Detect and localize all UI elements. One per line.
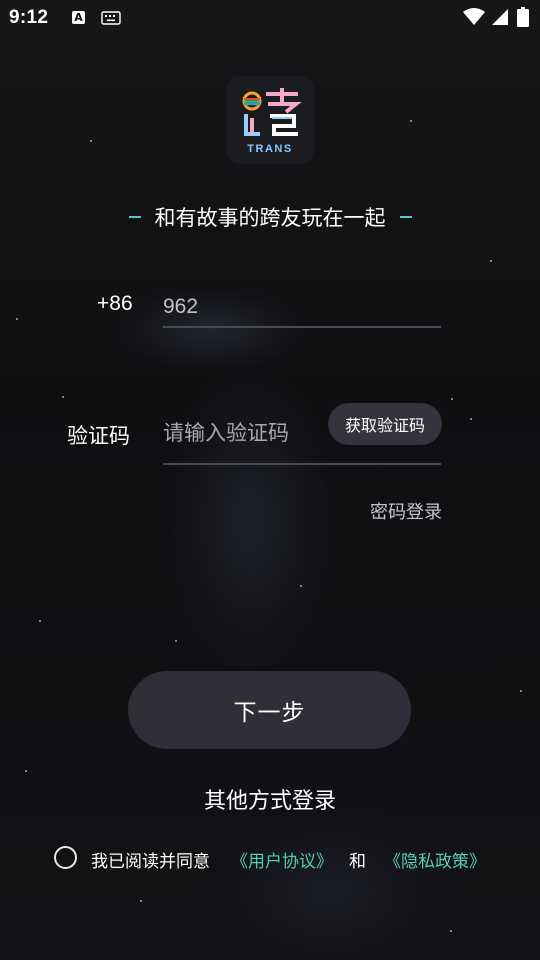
agreement-prefix-text: 我已阅读并同意 bbox=[91, 852, 210, 872]
logo-text: TRANS bbox=[247, 143, 293, 155]
agreement-checkbox[interactable] bbox=[54, 846, 77, 869]
slogan: 和有故事的跨友玩在一起 bbox=[0, 202, 540, 232]
keyboard-icon bbox=[101, 11, 121, 25]
battery-icon bbox=[517, 7, 529, 27]
slogan-right-dash bbox=[399, 216, 412, 218]
privacy-policy-link[interactable]: 《隐私政策》 bbox=[384, 847, 486, 872]
signal-icon bbox=[492, 9, 508, 25]
status-bar: 9:12 A bbox=[0, 0, 540, 36]
agreement-and-text: 和 bbox=[349, 852, 366, 872]
slogan-text: 和有故事的跨友玩在一起 bbox=[154, 206, 386, 230]
country-code-selector[interactable]: +86 bbox=[97, 292, 133, 316]
status-time: 9:12 bbox=[9, 7, 49, 28]
next-button[interactable]: 下一步 bbox=[128, 671, 411, 749]
user-agreement-link[interactable]: 《用户协议》 bbox=[231, 847, 333, 872]
slogan-left-dash bbox=[128, 216, 141, 218]
code-underline bbox=[163, 463, 441, 465]
app-logo: TRANS bbox=[226, 76, 314, 164]
wifi-icon bbox=[463, 8, 485, 25]
password-login-link[interactable]: 密码登录 bbox=[358, 498, 442, 524]
verification-code-input[interactable] bbox=[163, 414, 323, 452]
verification-code-label: 验证码 bbox=[67, 424, 130, 448]
notification-a-icon: A bbox=[72, 11, 85, 24]
get-code-button[interactable]: 获取验证码 bbox=[328, 403, 442, 445]
phone-underline bbox=[163, 326, 441, 328]
other-login-methods-link[interactable]: 其他方式登录 bbox=[0, 783, 540, 815]
phone-input[interactable] bbox=[163, 288, 441, 326]
